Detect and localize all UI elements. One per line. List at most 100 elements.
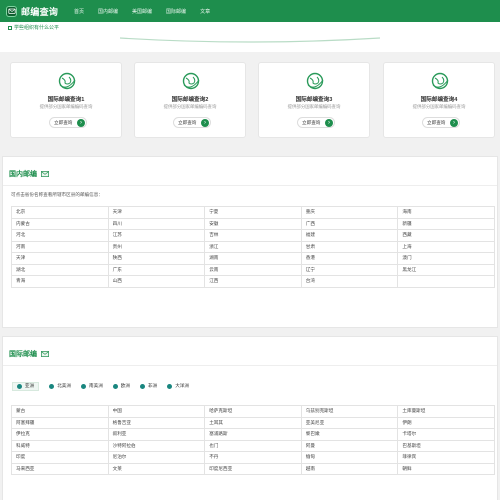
province-link[interactable]: 湖北 [11, 263, 109, 276]
nav-us[interactable]: 美国邮编 [132, 8, 152, 15]
province-link[interactable]: 江苏 [107, 229, 206, 242]
nav-international[interactable]: 国际邮编 [166, 8, 186, 15]
country-link[interactable]: 伊拉克 [11, 428, 109, 441]
country-link[interactable]: 沙特阿拉伯 [107, 439, 206, 452]
country-link[interactable]: 朝鲜 [397, 462, 495, 475]
promo-strip: 学些组织有什么公平 [0, 22, 500, 52]
country-link[interactable]: 菲律宾 [397, 451, 495, 464]
province-link[interactable]: 青海 [11, 275, 109, 288]
country-link[interactable]: 土耳其 [204, 416, 302, 429]
promo-link[interactable]: 学些组织有什么公平 [8, 24, 59, 31]
province-link[interactable]: 陕西 [107, 252, 206, 265]
province-link[interactable]: 上海 [397, 240, 495, 253]
province-link[interactable]: 澳门 [397, 252, 495, 265]
country-link[interactable]: 土库曼斯坦 [397, 405, 495, 418]
country-table: 蒙古 中国 哈萨克斯坦 乌兹别克斯坦 土库曼斯坦 阿塞拜疆 格鲁吉亚 土耳其 亚美尼亚 伊朗 伊拉克… [11, 405, 495, 475]
country-link[interactable]: 亚美尼亚 [300, 416, 399, 429]
query-now-button[interactable]: 立即查询 › [422, 117, 460, 128]
table-row: 马来西亚 文莱 印度尼西亚 越南 朝鲜 [11, 462, 495, 475]
logo-text: 邮编查询 [21, 6, 59, 17]
province-link[interactable]: 四川 [107, 217, 206, 230]
query-now-button[interactable]: 立即查询 › [49, 117, 87, 128]
province-link[interactable]: 海南 [397, 206, 495, 219]
country-link[interactable]: 马来西亚 [11, 462, 109, 475]
province-link[interactable]: 天津 [107, 206, 206, 219]
province-link[interactable]: 吉林 [204, 229, 302, 242]
country-link[interactable]: 黎巴嫩 [300, 428, 399, 441]
province-link[interactable]: 重庆 [300, 206, 399, 219]
tab-oceania[interactable]: 大洋洲 [167, 382, 189, 391]
dot-icon [140, 383, 145, 389]
tab-north-america[interactable]: 北美洲 [49, 382, 71, 391]
nav-articles[interactable]: 文章 [200, 8, 210, 15]
province-link[interactable]: 河北 [11, 229, 109, 242]
province-link[interactable]: 内蒙古 [11, 217, 109, 230]
province-link[interactable]: 西藏 [397, 229, 495, 242]
divider [3, 185, 497, 186]
dot-icon [81, 383, 86, 389]
country-link[interactable]: 伊朗 [397, 416, 495, 429]
nav-domestic[interactable]: 国内邮编 [98, 8, 118, 15]
country-link[interactable]: 中国 [107, 405, 206, 418]
province-link[interactable]: 浙江 [204, 240, 302, 253]
country-link[interactable]: 哈萨克斯坦 [204, 405, 302, 418]
province-link[interactable]: 山西 [107, 275, 206, 288]
country-link[interactable]: 阿塞拜疆 [11, 416, 109, 429]
country-link[interactable]: 叙利亚 [107, 428, 206, 441]
province-link[interactable]: 河南 [11, 240, 109, 253]
province-link[interactable]: 天津 [11, 252, 109, 265]
province-link[interactable]: 北京 [11, 206, 109, 219]
square-icon [8, 25, 12, 30]
country-link[interactable]: 格鲁吉亚 [107, 416, 206, 429]
country-link[interactable]: 科威特 [11, 439, 109, 452]
province-link[interactable]: 江西 [204, 275, 302, 288]
table-row: 伊拉克 叙利亚 塞浦路斯 黎巴嫩 卡塔尔 [11, 428, 495, 441]
main-nav: 首页 国内邮编 美国邮编 国际邮编 文章 [74, 0, 224, 22]
tab-africa[interactable]: 非洲 [140, 382, 157, 391]
country-link[interactable]: 不丹 [204, 451, 302, 464]
province-link[interactable]: 广西 [300, 217, 399, 230]
province-link[interactable]: 宁夏 [204, 206, 302, 219]
site-logo[interactable]: 邮编查询 [6, 4, 58, 18]
tab-label: 大洋洲 [175, 383, 189, 388]
country-link[interactable]: 越南 [300, 462, 399, 475]
country-link[interactable]: 巴基斯坦 [397, 439, 495, 452]
country-link[interactable]: 缅甸 [300, 451, 399, 464]
country-link[interactable]: 尼泊尔 [107, 451, 206, 464]
dot-icon [49, 383, 55, 389]
feature-card-1: 国际邮编查询1 提供部分国家邮编编码查询 立即查询 › [10, 62, 122, 138]
province-link[interactable]: 香港 [300, 252, 399, 265]
table-row: 蒙古 中国 哈萨克斯坦 乌兹别克斯坦 土库曼斯坦 [11, 405, 495, 418]
country-link[interactable]: 也门 [204, 439, 302, 452]
country-link[interactable]: 印度 [11, 451, 109, 464]
tab-europe[interactable]: 欧洲 [112, 382, 130, 391]
province-link[interactable]: 福建 [300, 229, 399, 242]
tab-south-america[interactable]: 南美洲 [81, 382, 103, 391]
card-desc: 提供部分国家邮编编码查询 [39, 104, 93, 109]
province-link[interactable]: 广东 [107, 263, 206, 276]
province-link[interactable]: 云南 [204, 263, 302, 276]
country-link[interactable]: 文莱 [107, 462, 206, 475]
query-now-button[interactable]: 立即查询 › [297, 117, 335, 128]
international-title: 国际邮编 [9, 349, 49, 359]
province-link[interactable]: 辽宁 [300, 263, 399, 276]
country-link[interactable]: 印度尼西亚 [204, 462, 302, 475]
feature-card-3: 国际邮编查询3 提供部分国家邮编编码查询 立即查询 › [258, 62, 370, 138]
tab-asia[interactable]: 亚洲 [12, 381, 40, 391]
country-link[interactable]: 卡塔尔 [397, 428, 495, 441]
province-link[interactable]: 安徽 [204, 217, 302, 230]
country-link[interactable]: 塞浦路斯 [204, 428, 302, 441]
query-now-button[interactable]: 立即查询 › [173, 117, 211, 128]
tab-label: 北美洲 [57, 383, 71, 388]
province-link[interactable]: 甘肃 [300, 240, 399, 253]
country-link[interactable]: 蒙古 [11, 405, 109, 418]
nav-home[interactable]: 首页 [74, 8, 84, 15]
country-link[interactable]: 乌兹别克斯坦 [300, 405, 399, 418]
country-link[interactable]: 阿曼 [300, 439, 399, 452]
province-link[interactable]: 台湾 [300, 275, 399, 288]
button-label: 立即查询 [178, 119, 197, 125]
province-link[interactable]: 湖南 [204, 252, 302, 265]
province-link[interactable]: 黑龙江 [397, 263, 495, 276]
province-link[interactable]: 贵州 [107, 240, 206, 253]
province-link[interactable]: 新疆 [397, 217, 495, 230]
